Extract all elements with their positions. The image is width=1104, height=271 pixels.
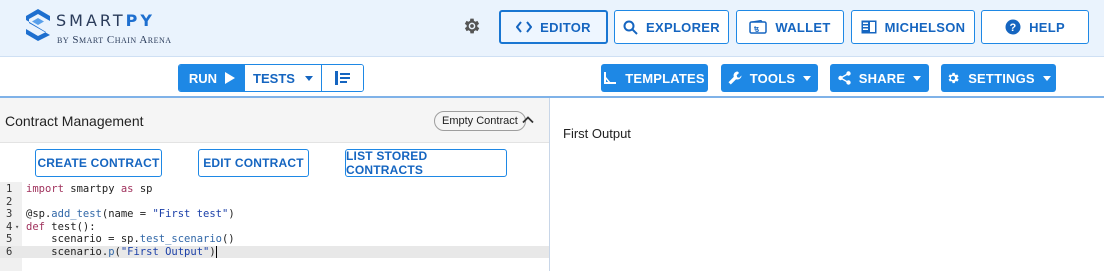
line-number: 4 xyxy=(6,220,13,233)
editor-toolbar: RUN TESTS TEMPLATES TOOLS SHARE SETTINGS xyxy=(0,58,1104,98)
svg-text:ꜩ: ꜩ xyxy=(754,26,759,33)
code-token: (name = xyxy=(101,208,153,220)
play-icon xyxy=(225,72,236,84)
code-token: @sp. xyxy=(26,208,52,220)
nav-help-button[interactable]: ? HELP xyxy=(981,10,1089,44)
caret-down-icon xyxy=(304,75,313,81)
wrench-icon xyxy=(728,71,742,85)
smartpy-logo-icon xyxy=(26,9,50,41)
nav-michelson-button[interactable]: MICHELSON xyxy=(851,10,975,44)
code-token: scenario = sp. xyxy=(26,233,140,245)
code-line[interactable]: 1 import smartpy as sp xyxy=(0,183,549,196)
gear-icon[interactable] xyxy=(462,16,482,36)
line-number: 3 xyxy=(6,208,13,220)
create-contract-button[interactable]: CREATE CONTRACT xyxy=(35,149,162,177)
tests-label: TESTS xyxy=(253,70,295,86)
templates-label: TEMPLATES xyxy=(625,70,705,86)
angle-icon xyxy=(604,72,617,84)
caret-down-icon xyxy=(803,75,812,81)
settings-dropdown-button[interactable]: SETTINGS xyxy=(941,64,1056,92)
code-editor[interactable]: 1 import smartpy as sp 2 3 @sp.add_test(name… xyxy=(0,182,549,271)
code-token: smartpy xyxy=(63,183,121,195)
tools-label: TOOLS xyxy=(749,70,796,86)
code-token: import xyxy=(26,183,64,195)
tests-dropdown-button[interactable]: TESTS xyxy=(245,65,322,91)
wallet-icon: ꜩ xyxy=(749,20,768,34)
nav-explorer-button[interactable]: EXPLORER xyxy=(614,10,729,44)
list-stored-contracts-button[interactable]: LIST STORED CONTRACTS xyxy=(345,149,507,177)
output-panel: First Output xyxy=(551,98,1104,271)
code-token: "First test" xyxy=(152,208,229,220)
run-button-group: RUN TESTS xyxy=(178,64,364,92)
edit-contract-button[interactable]: EDIT CONTRACT xyxy=(198,149,309,177)
book-icon xyxy=(861,20,877,34)
code-icon xyxy=(516,21,533,33)
output-text: First Output xyxy=(563,126,631,141)
nav-michelson-label: MICHELSON xyxy=(884,19,966,35)
text-cursor xyxy=(215,245,217,258)
nav-editor-label: EDITOR xyxy=(540,19,591,35)
search-icon xyxy=(623,20,638,35)
code-token: ) xyxy=(228,208,235,220)
line-number: 2 xyxy=(6,195,13,208)
code-text: def test(): xyxy=(26,221,96,234)
code-token: scenario. xyxy=(26,245,109,258)
line-number: 1 xyxy=(6,183,13,195)
code-token: () xyxy=(221,233,235,245)
nav-editor-button[interactable]: EDITOR xyxy=(499,10,608,44)
app-name-bold: PY xyxy=(125,11,155,30)
code-line[interactable]: 2 xyxy=(0,196,549,209)
contract-management-title: Contract Management xyxy=(5,113,144,129)
share-dropdown-button[interactable]: SHARE xyxy=(830,64,929,92)
code-token: test_scenario xyxy=(139,233,222,245)
code-line[interactable]: 3 @sp.add_test(name = "First test") xyxy=(0,208,549,221)
app-name-regular: SMART xyxy=(56,11,126,30)
app-root: SMARTPY by Smart Chain Arena EDITOR EXPL… xyxy=(0,0,1104,271)
fold-toggle-icon[interactable]: ▾ xyxy=(15,221,19,234)
tools-dropdown-button[interactable]: TOOLS xyxy=(721,64,818,92)
code-token: test(): xyxy=(44,220,96,233)
code-line[interactable]: 6 scenario.p("First Output") xyxy=(0,245,549,259)
top-header: SMARTPY by Smart Chain Arena EDITOR EXPL… xyxy=(0,0,1104,57)
share-label: SHARE xyxy=(858,70,906,86)
code-text: scenario = sp.test_scenario() xyxy=(26,233,235,246)
caret-down-icon xyxy=(1042,75,1051,81)
clear-all-icon xyxy=(334,71,350,85)
templates-button[interactable]: TEMPLATES xyxy=(601,64,708,92)
app-byline: by Smart Chain Arena xyxy=(57,34,172,46)
clear-output-button[interactable] xyxy=(322,65,363,91)
code-token: "First Output" xyxy=(120,245,210,258)
chevron-up-icon[interactable] xyxy=(521,113,535,127)
caret-down-icon xyxy=(913,75,922,81)
nav-help-label: HELP xyxy=(1029,19,1065,35)
code-text: scenario.p("First Output") xyxy=(26,245,217,259)
code-token: ) xyxy=(209,245,216,258)
contract-management-header[interactable]: Contract Management Empty Contract xyxy=(0,98,549,143)
code-text: import smartpy as sp xyxy=(26,183,152,196)
svg-text:?: ? xyxy=(1010,22,1017,34)
run-label: RUN xyxy=(188,70,218,86)
code-line[interactable]: 4 ▾ def test(): xyxy=(0,221,549,234)
help-icon: ? xyxy=(1005,19,1021,35)
contract-status-chip: Empty Contract xyxy=(434,111,526,131)
nav-explorer-label: EXPLORER xyxy=(646,19,720,35)
line-number: 5 xyxy=(6,233,13,245)
code-text: @sp.add_test(name = "First test") xyxy=(26,208,235,221)
nav-wallet-button[interactable]: ꜩ WALLET xyxy=(736,10,844,44)
code-line[interactable]: 5 scenario = sp.test_scenario() xyxy=(0,233,549,246)
settings-label: SETTINGS xyxy=(968,70,1035,86)
run-button[interactable]: RUN xyxy=(179,65,245,91)
code-token: sp xyxy=(133,183,153,195)
share-icon xyxy=(838,71,851,85)
nav-wallet-label: WALLET xyxy=(775,19,831,35)
code-token: add_test xyxy=(51,208,102,220)
settings-icon xyxy=(948,72,959,84)
editor-panel: Contract Management Empty Contract CREAT… xyxy=(0,98,550,271)
app-name: SMARTPY xyxy=(56,11,155,30)
line-number: 6 xyxy=(6,245,13,258)
code-token: def xyxy=(26,220,45,233)
code-token: as xyxy=(120,183,134,195)
